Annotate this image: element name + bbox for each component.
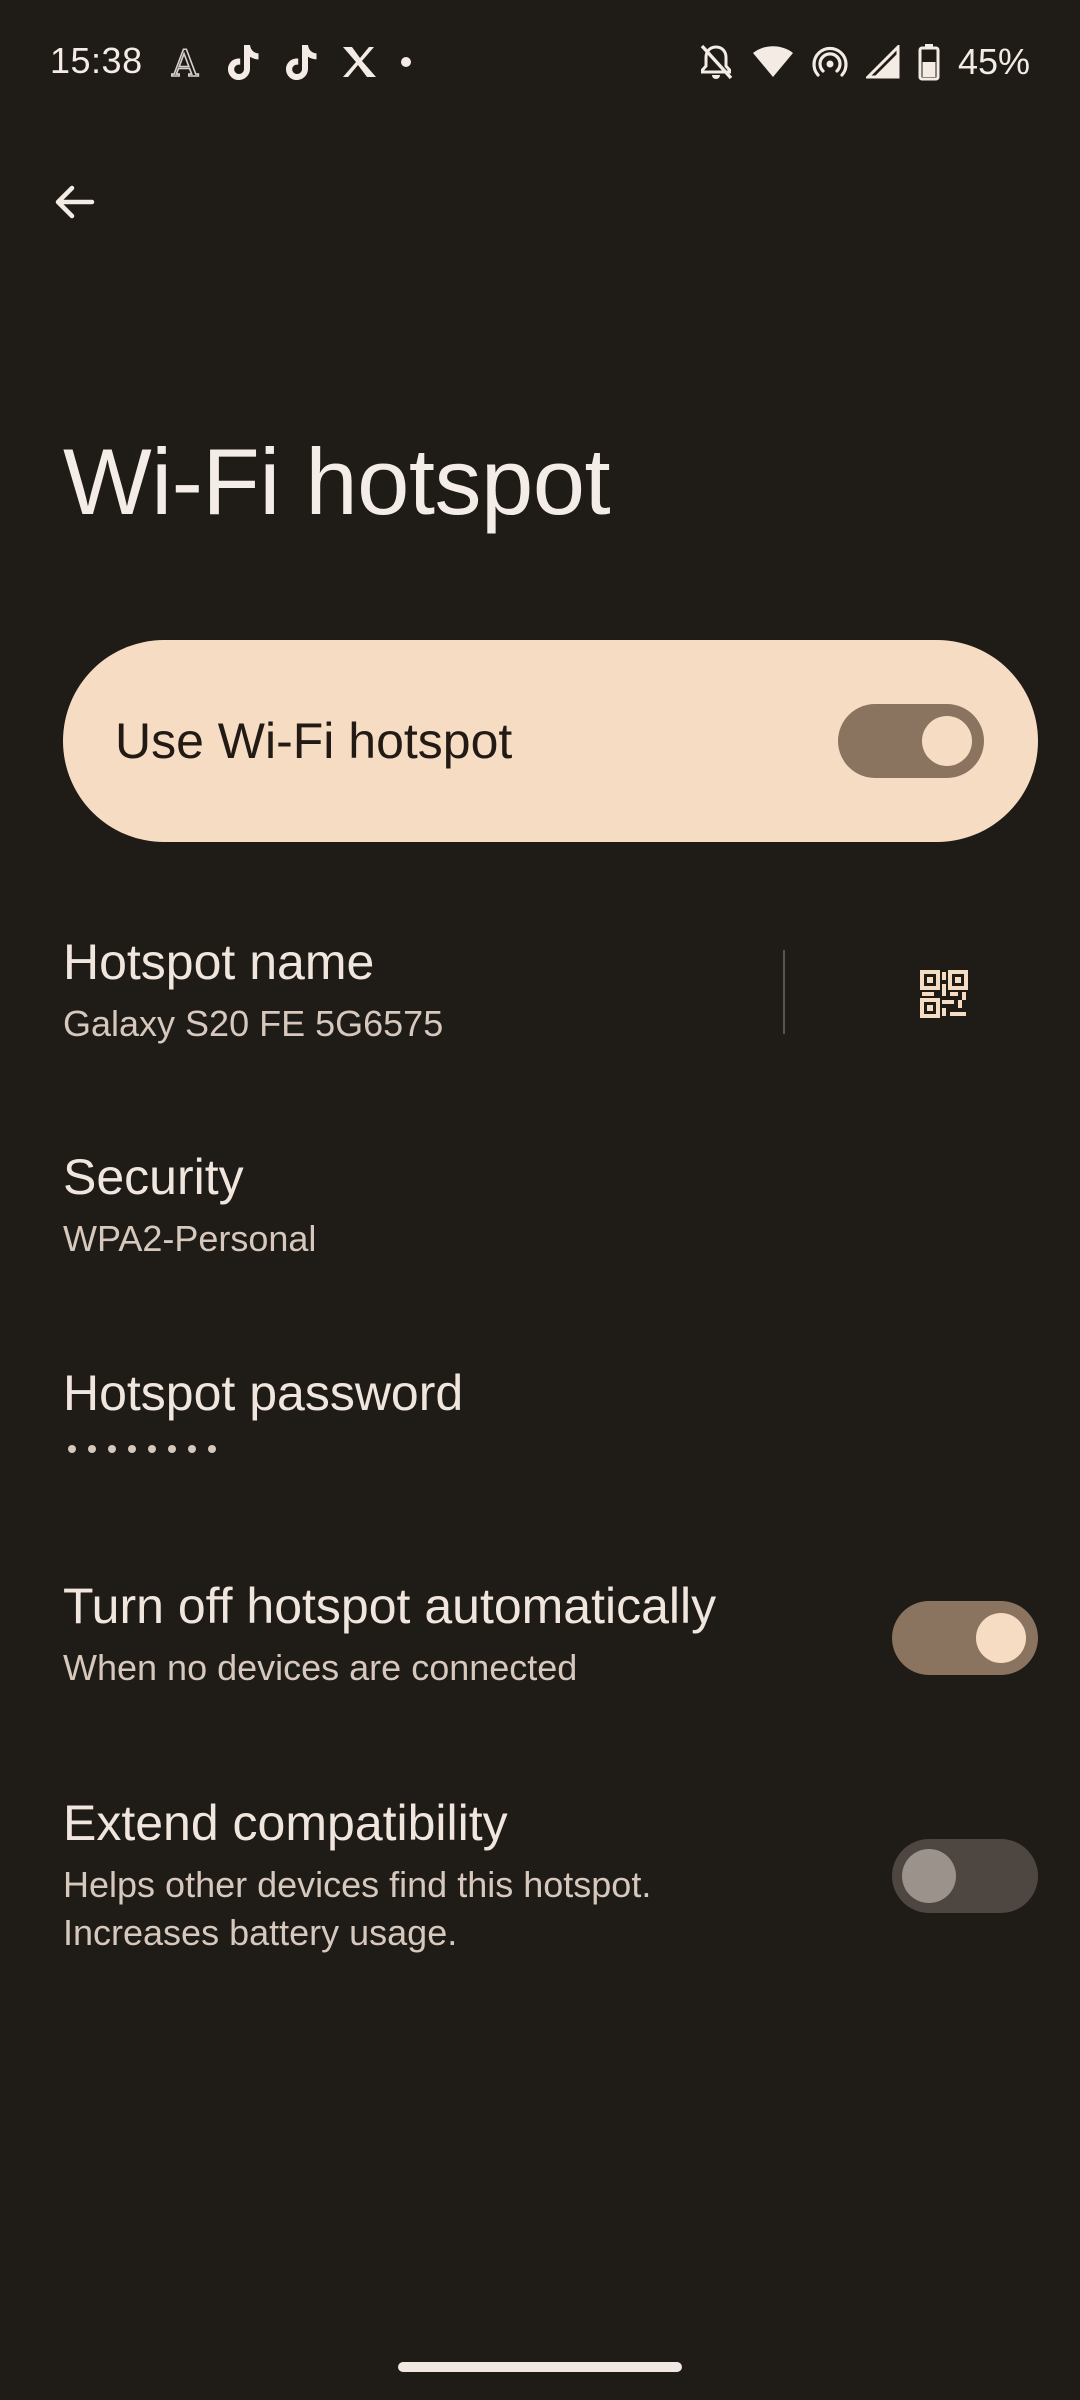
extend-compatibility-summary-line2: Increases battery usage. — [63, 1912, 458, 1953]
battery-icon — [918, 43, 940, 81]
qr-code-icon — [919, 969, 969, 1019]
extend-compatibility-title: Extend compatibility — [63, 1795, 508, 1851]
status-time: 15:38 — [50, 40, 143, 81]
switch-thumb — [922, 716, 972, 766]
cellular-signal-icon — [865, 45, 900, 79]
svg-text:A: A — [171, 44, 199, 82]
auto-off-summary: When no devices are connected — [63, 1647, 578, 1688]
hotspot-password-masked — [63, 1445, 1038, 1453]
password-dot — [128, 1445, 136, 1453]
use-wifi-hotspot-switch[interactable] — [838, 704, 984, 778]
back-button[interactable] — [36, 164, 112, 240]
hotspot-password-row[interactable]: Hotspot password — [63, 1363, 1038, 1453]
page-title: Wi-Fi hotspot — [63, 429, 611, 534]
use-wifi-hotspot-card[interactable]: Use Wi-Fi hotspot — [63, 640, 1038, 842]
password-dot — [88, 1445, 96, 1453]
switch-thumb — [902, 1849, 956, 1903]
row-divider — [783, 950, 785, 1034]
x-app-icon — [340, 44, 376, 80]
security-value: WPA2-Personal — [63, 1218, 317, 1259]
switch-thumb — [976, 1613, 1026, 1663]
tiktok-icon — [282, 42, 320, 82]
security-row[interactable]: Security WPA2-Personal — [63, 1147, 1038, 1263]
password-dot — [208, 1445, 216, 1453]
status-bar: 15:38 A 45% — [0, 0, 1080, 130]
security-title: Security — [63, 1149, 244, 1205]
font-app-icon: A — [170, 42, 204, 82]
password-dot — [68, 1445, 76, 1453]
password-dot — [168, 1445, 176, 1453]
system-icons: 45% — [698, 40, 1030, 84]
hotspot-icon — [812, 44, 848, 80]
battery-percent: 45% — [957, 41, 1030, 82]
wifi-icon — [752, 45, 794, 79]
notification-icons: A — [170, 40, 416, 84]
arrow-back-icon — [50, 178, 98, 226]
more-dot-icon — [396, 52, 416, 72]
password-dot — [108, 1445, 116, 1453]
extend-compatibility-switch[interactable] — [892, 1839, 1038, 1913]
use-wifi-hotspot-label: Use Wi-Fi hotspot — [115, 713, 513, 769]
tiktok-icon — [224, 42, 262, 82]
password-dot — [188, 1445, 196, 1453]
gesture-nav-handle[interactable] — [398, 2362, 682, 2372]
hotspot-password-title: Hotspot password — [63, 1365, 464, 1421]
auto-off-title: Turn off hotspot automatically — [63, 1578, 717, 1634]
password-dot — [148, 1445, 156, 1453]
auto-off-switch[interactable] — [892, 1601, 1038, 1675]
notifications-off-icon — [698, 42, 734, 82]
share-qr-code-button[interactable] — [890, 944, 998, 1044]
